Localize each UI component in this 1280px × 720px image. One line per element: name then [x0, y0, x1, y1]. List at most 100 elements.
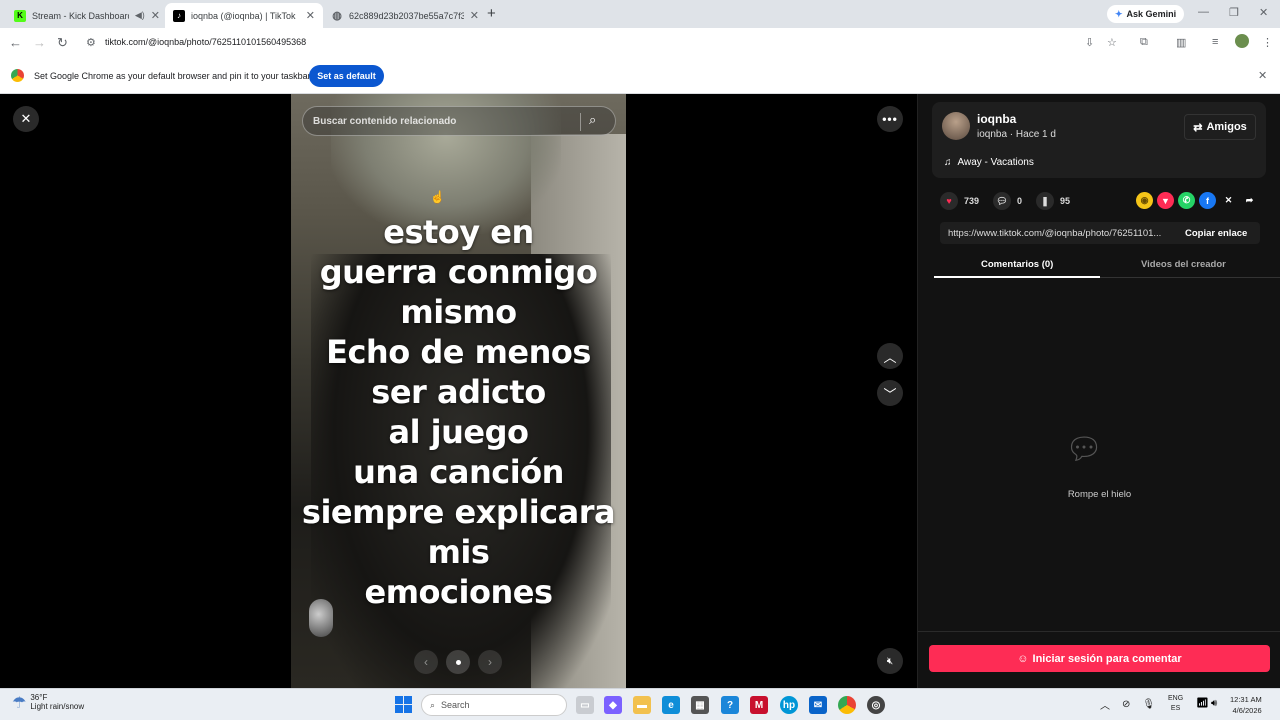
share-row: ◉ ▼ ✆ f ✕ ➦: [1136, 192, 1258, 209]
minimize-icon[interactable]: —: [1198, 6, 1209, 18]
taskbar-search[interactable]: ⌕ Search: [421, 694, 567, 716]
app-icon[interactable]: ◎: [867, 696, 885, 714]
back-icon[interactable]: ←: [9, 35, 22, 50]
close-infobar-icon[interactable]: ✕: [1258, 69, 1267, 82]
x-icon[interactable]: ✕: [1220, 192, 1237, 209]
avatar[interactable]: [942, 112, 970, 140]
language-indicator[interactable]: ENG ES: [1168, 694, 1183, 714]
mute-button[interactable]: 🔇︎: [877, 648, 903, 674]
previous-post-button[interactable]: ︿: [877, 343, 903, 369]
details-panel: ioqnba ioqnba · Hace 1 d ⇄ Amigos ♫ Away…: [917, 94, 1280, 688]
like-button[interactable]: ♥ 739: [940, 192, 979, 210]
rain-snow-icon: ☂: [12, 695, 27, 712]
menu-icon[interactable]: ⋮: [1262, 36, 1273, 49]
hp-icon[interactable]: hp: [780, 696, 798, 714]
address-toolbar: ← → ↻ ⚙ tiktok.com/@ioqnba/photo/7625110…: [0, 28, 1280, 58]
copilot-icon[interactable]: ◆: [604, 696, 622, 714]
clock-date: 4/6/2026: [1232, 706, 1262, 715]
extensions-icon[interactable]: ⧉: [1140, 36, 1148, 49]
share-arrow-icon[interactable]: ➦: [1241, 192, 1258, 209]
tab-tiktok[interactable]: ♪ ioqnba (@ioqnba) | TikTok ✕: [165, 3, 323, 28]
side-panel-icon[interactable]: ▥: [1176, 36, 1186, 49]
task-view-icon[interactable]: ▭: [576, 696, 594, 714]
chevron-up-icon: ︿: [883, 349, 897, 365]
network-off-icon[interactable]: ⊘: [1122, 699, 1130, 710]
set-default-button[interactable]: Set as default: [309, 65, 384, 87]
tab-creator-videos[interactable]: Videos del creador: [1141, 259, 1226, 270]
tab-hash[interactable]: ◍ 62c889d23b2037be55a7c7f308 ✕: [323, 3, 487, 28]
install-icon[interactable]: ⇩: [1085, 36, 1094, 49]
clock[interactable]: 12:31 AM 4/6/2026: [1230, 694, 1262, 716]
edge-icon[interactable]: e: [662, 696, 680, 714]
taskbar-search-label: Search: [441, 700, 470, 710]
more-icon: •••: [882, 112, 898, 126]
related-search-input[interactable]: Buscar contenido relacionado ⌕: [302, 106, 616, 136]
comment-icon: 💬︎: [993, 192, 1012, 210]
next-photo-button[interactable]: ›: [478, 650, 502, 674]
tab-strip: K Stream - Kick Dashboard ◀) ✕ ♪ ioqnba …: [0, 0, 1280, 28]
clock-time: 12:31 AM: [1230, 695, 1262, 704]
panel-tabs: Comentarios (0) Videos del creador: [934, 256, 1280, 278]
music-title: Away - Vacations: [957, 157, 1034, 168]
store-icon[interactable]: ▦: [691, 696, 709, 714]
more-options-button[interactable]: •••: [877, 106, 903, 132]
file-explorer-icon[interactable]: ▬: [633, 696, 651, 714]
volume-icon[interactable]: 🔊︎: [1211, 698, 1217, 709]
forward-icon[interactable]: →: [33, 35, 46, 50]
search-icon: ⌕: [430, 699, 436, 710]
comment-count: 0: [1017, 196, 1023, 206]
photo-pager: ‹ ›: [414, 650, 506, 674]
login-to-comment-button[interactable]: ☺ Iniciar sesión para comentar: [929, 645, 1270, 672]
tab-title: ioqnba (@ioqnba) | TikTok: [191, 10, 296, 21]
reload-icon[interactable]: ↻: [57, 35, 68, 51]
caption-line: siempre explicara: [301, 493, 616, 531]
save-button[interactable]: ❚ 95: [1036, 192, 1070, 210]
bookmark-star-icon[interactable]: ☆: [1107, 36, 1117, 49]
username[interactable]: ioqnba: [977, 112, 1016, 126]
windows-start-icon[interactable]: [395, 696, 412, 713]
comment-button[interactable]: 💬︎ 0: [993, 192, 1022, 210]
weather-desc: Light rain/snow: [30, 702, 85, 711]
share-coin-icon[interactable]: ◉: [1136, 192, 1153, 209]
close-window-icon[interactable]: ✕: [1259, 6, 1268, 19]
mail-icon[interactable]: ✉: [809, 696, 827, 714]
photo-caption: estoy en guerra conmigo mismo Echo de me…: [291, 212, 626, 612]
friends-button[interactable]: ⇄ Amigos: [1184, 114, 1256, 140]
restore-icon[interactable]: ❐: [1229, 6, 1239, 19]
close-icon[interactable]: ✕: [470, 9, 479, 22]
new-tab-button[interactable]: +: [487, 5, 496, 22]
prev-photo-button[interactable]: ‹: [414, 650, 438, 674]
site-info-icon[interactable]: ⚙: [86, 36, 96, 49]
ask-gemini-button[interactable]: ✦ Ask Gemini: [1107, 5, 1185, 23]
lang-bottom: ES: [1170, 705, 1181, 712]
media-icon[interactable]: ≡: [1212, 36, 1218, 48]
audio-icon[interactable]: ◀): [135, 10, 145, 21]
facebook-icon[interactable]: f: [1199, 192, 1216, 209]
whatsapp-icon[interactable]: ✆: [1178, 192, 1195, 209]
profile-avatar[interactable]: [1235, 34, 1249, 48]
music-link[interactable]: ♫ Away - Vacations: [944, 157, 1034, 168]
mic-icon[interactable]: 🎙︎: [1142, 699, 1155, 710]
close-viewer-button[interactable]: ✕: [13, 106, 39, 132]
close-icon[interactable]: ✕: [306, 9, 315, 22]
tab-comments[interactable]: Comentarios (0): [981, 259, 1053, 270]
post-subline: ioqnba · Hace 1 d: [977, 129, 1056, 140]
share-link-box: https://www.tiktok.com/@ioqnba/photo/762…: [940, 222, 1260, 244]
muted-speaker-icon: 🔇︎: [886, 655, 894, 667]
next-post-button[interactable]: ﹀: [877, 380, 903, 406]
help-icon[interactable]: ?: [721, 696, 739, 714]
tab-kick[interactable]: K Stream - Kick Dashboard ◀) ✕: [6, 3, 168, 28]
chevron-down-icon: ﹀: [883, 386, 897, 402]
share-repost-icon[interactable]: ▼: [1157, 192, 1174, 209]
share-link-url[interactable]: https://www.tiktok.com/@ioqnba/photo/762…: [948, 228, 1170, 239]
copy-link-button[interactable]: Copiar enlace: [1185, 228, 1247, 239]
mcafee-icon[interactable]: M: [750, 696, 768, 714]
swap-icon: ⇄: [1193, 121, 1203, 134]
tray-chevron-icon[interactable]: ︿: [1100, 697, 1110, 712]
wifi-icon[interactable]: 📶︎: [1196, 698, 1209, 709]
close-icon[interactable]: ✕: [151, 9, 160, 22]
chrome-taskbar-icon[interactable]: [838, 696, 856, 714]
weather-widget[interactable]: ☂ 36°F Light rain/snow: [12, 693, 84, 713]
search-icon[interactable]: ⌕: [589, 112, 596, 128]
caption-line: mismo: [400, 293, 517, 331]
